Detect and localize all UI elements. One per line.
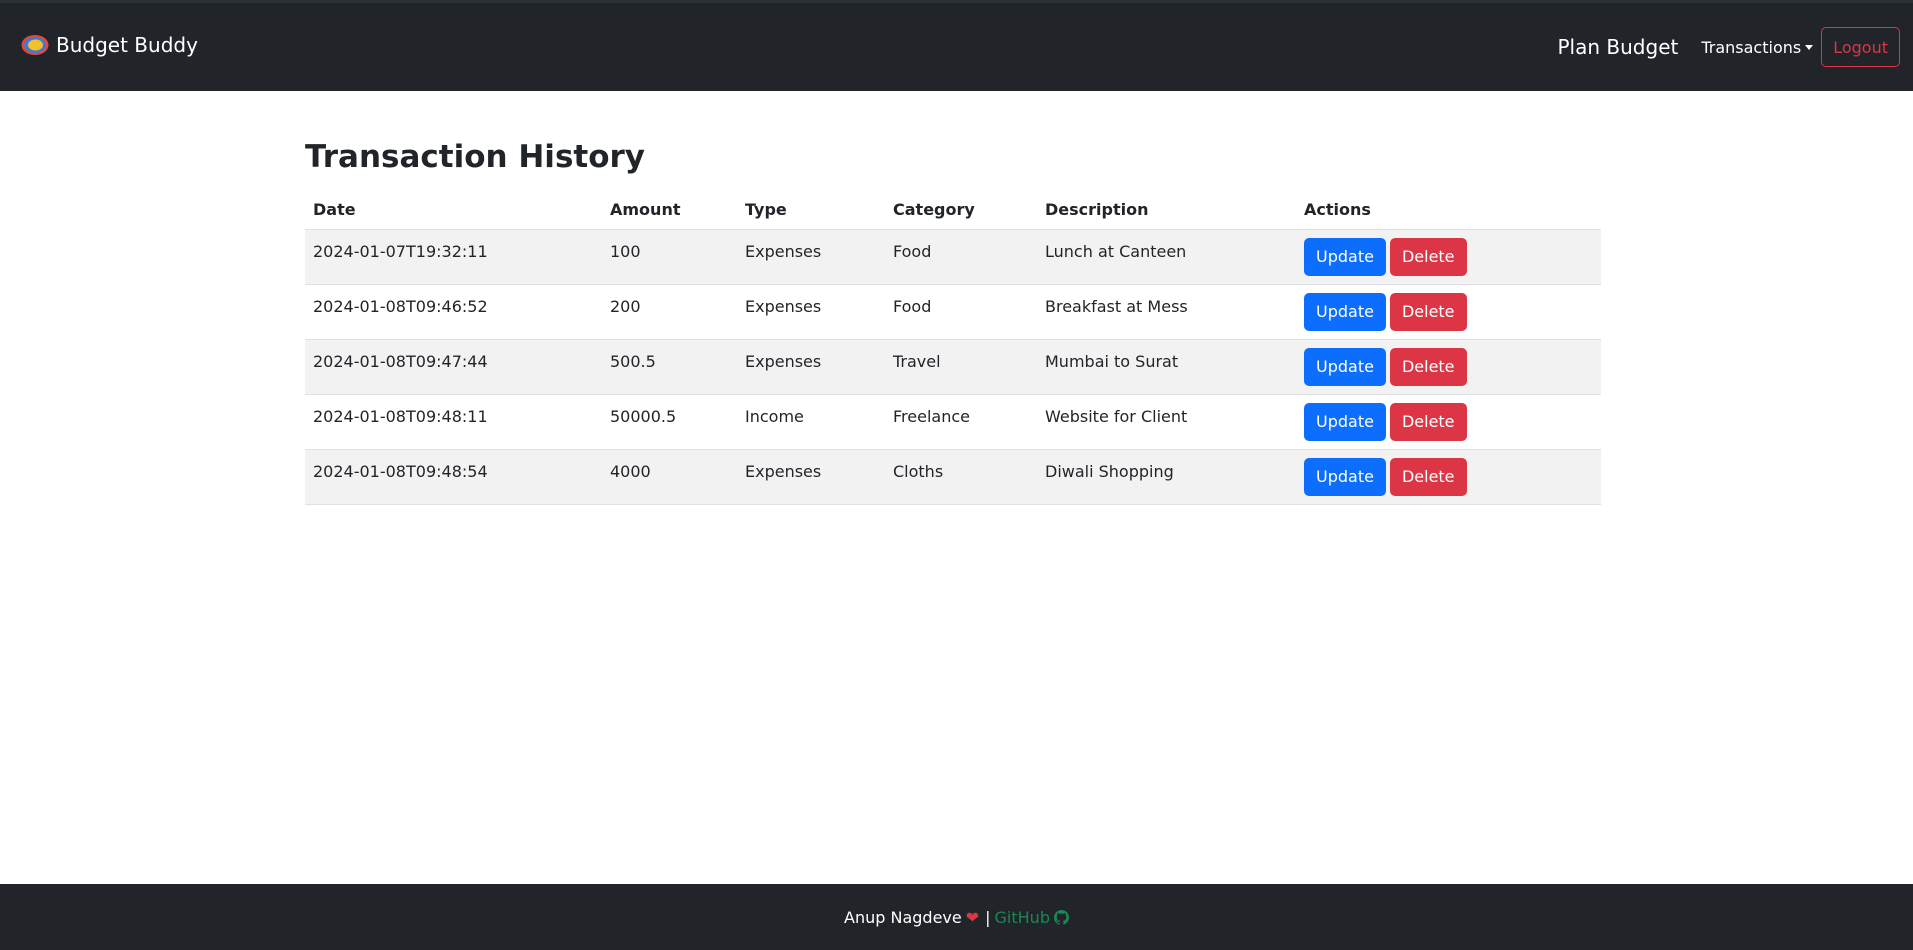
cell-type: Expenses <box>737 284 885 340</box>
update-button[interactable]: Update <box>1304 292 1386 331</box>
table-row: 2024-01-08T09:47:44 500.5 Expenses Trave… <box>305 339 1601 395</box>
delete-button[interactable]: Delete <box>1389 292 1467 331</box>
nav-transactions-label: Transactions <box>1701 37 1802 57</box>
header-category: Category <box>885 190 1037 230</box>
cell-amount: 100 <box>602 229 737 285</box>
main-content: Transaction History Date Amount Type Cat… <box>305 139 1601 505</box>
update-button[interactable]: Update <box>1304 457 1386 496</box>
cell-amount: 50000.5 <box>602 394 737 450</box>
cell-actions: Update Delete <box>1296 449 1601 505</box>
table-row: 2024-01-08T09:48:54 4000 Expenses Cloths… <box>305 449 1601 505</box>
cell-category: Freelance <box>885 394 1037 450</box>
header-description: Description <box>1037 190 1296 230</box>
table-row: 2024-01-07T19:32:11 100 Expenses Food Lu… <box>305 229 1601 285</box>
cell-actions: Update Delete <box>1296 394 1601 450</box>
logout-button[interactable]: Logout <box>1821 27 1900 67</box>
cell-type: Income <box>737 394 885 450</box>
header-date: Date <box>305 190 602 230</box>
update-button[interactable]: Update <box>1304 402 1386 441</box>
cell-type: Expenses <box>737 339 885 395</box>
header-type: Type <box>737 190 885 230</box>
nav-plan-budget[interactable]: Plan Budget <box>1558 35 1679 59</box>
cell-category: Food <box>885 229 1037 285</box>
budget-logo-icon <box>21 35 49 55</box>
cell-actions: Update Delete <box>1296 229 1601 285</box>
github-link[interactable]: GitHub <box>995 908 1069 927</box>
cell-amount: 200 <box>602 284 737 340</box>
navbar: Budget Buddy Plan Budget Transactions Lo… <box>0 0 1913 91</box>
cell-type: Expenses <box>737 229 885 285</box>
cell-actions: Update Delete <box>1296 284 1601 340</box>
table-header-row: Date Amount Type Category Description Ac… <box>305 190 1601 230</box>
cell-actions: Update Delete <box>1296 339 1601 395</box>
cell-description: Diwali Shopping <box>1037 449 1296 505</box>
brand-name: Budget Buddy <box>56 33 198 57</box>
caret-down-icon <box>1805 44 1814 50</box>
heart-icon: ❤ <box>965 907 980 927</box>
cell-type: Expenses <box>737 449 885 505</box>
nav-transactions-dropdown[interactable]: Transactions <box>1701 37 1814 57</box>
cell-description: Lunch at Canteen <box>1037 229 1296 285</box>
nav-menu: Plan Budget Transactions Logout <box>1558 27 1900 67</box>
github-icon <box>1053 909 1069 925</box>
cell-date: 2024-01-08T09:46:52 <box>305 284 602 340</box>
cell-category: Food <box>885 284 1037 340</box>
transactions-table: Date Amount Type Category Description Ac… <box>305 190 1601 505</box>
header-actions: Actions <box>1296 190 1601 230</box>
update-button[interactable]: Update <box>1304 237 1386 276</box>
cell-amount: 4000 <box>602 449 737 505</box>
github-label: GitHub <box>994 907 1050 927</box>
cell-date: 2024-01-08T09:48:11 <box>305 394 602 450</box>
cell-category: Travel <box>885 339 1037 395</box>
cell-category: Cloths <box>885 449 1037 505</box>
cell-amount: 500.5 <box>602 339 737 395</box>
footer-separator: | <box>985 907 991 927</box>
footer-author: Anup Nagdeve <box>844 907 962 927</box>
page-title: Transaction History <box>305 139 646 175</box>
cell-date: 2024-01-08T09:47:44 <box>305 339 602 395</box>
delete-button[interactable]: Delete <box>1389 402 1467 441</box>
cell-date: 2024-01-08T09:48:54 <box>305 449 602 505</box>
delete-button[interactable]: Delete <box>1389 347 1467 386</box>
cell-date: 2024-01-07T19:32:11 <box>305 229 602 285</box>
cell-description: Breakfast at Mess <box>1037 284 1296 340</box>
delete-button[interactable]: Delete <box>1389 237 1467 276</box>
footer: Anup Nagdeve ❤ | GitHub <box>0 884 1913 950</box>
delete-button[interactable]: Delete <box>1389 457 1467 496</box>
brand-link[interactable]: Budget Buddy <box>21 33 198 57</box>
table-row: 2024-01-08T09:48:11 50000.5 Income Freel… <box>305 394 1601 450</box>
cell-description: Website for Client <box>1037 394 1296 450</box>
table-row: 2024-01-08T09:46:52 200 Expenses Food Br… <box>305 284 1601 340</box>
header-amount: Amount <box>602 190 737 230</box>
update-button[interactable]: Update <box>1304 347 1386 386</box>
cell-description: Mumbai to Surat <box>1037 339 1296 395</box>
